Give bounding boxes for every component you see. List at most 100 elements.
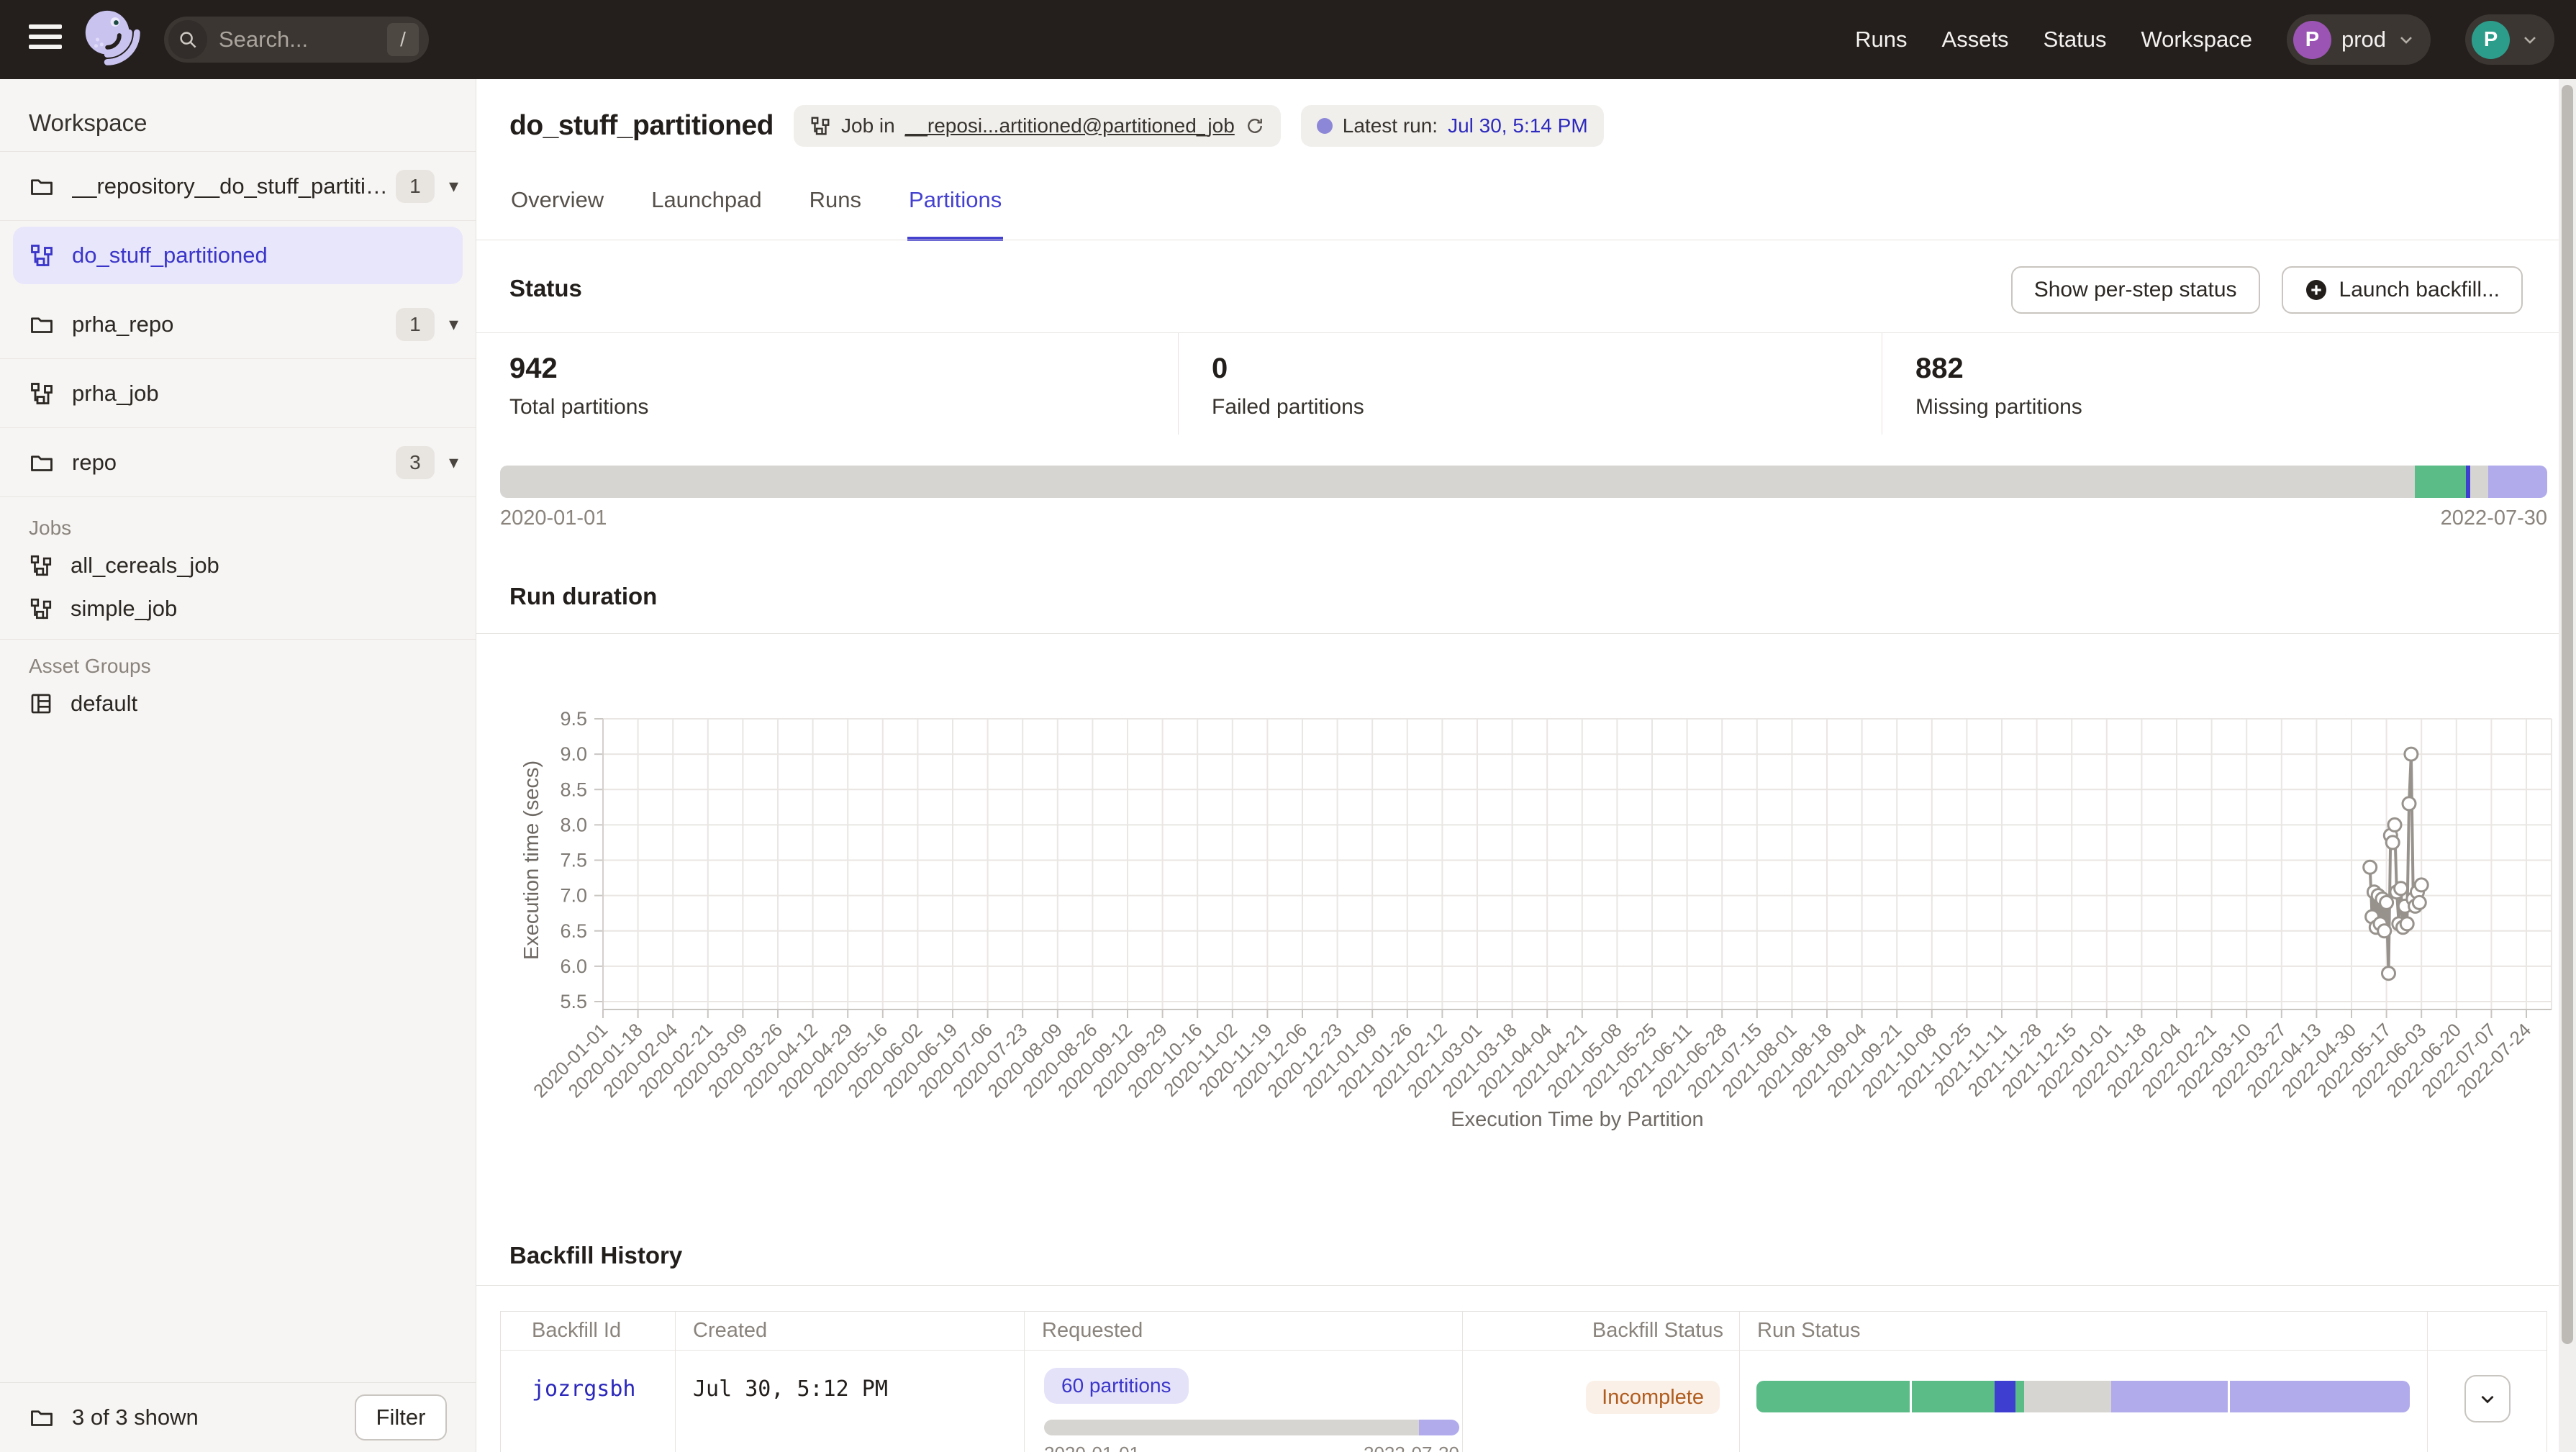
backfill-requested-cell: 60 partitions 2020-01-01 2022-07-30 bbox=[1025, 1351, 1463, 1452]
tab-overview[interactable]: Overview bbox=[509, 181, 605, 241]
folder-icon bbox=[29, 450, 55, 476]
col-created: Created bbox=[676, 1312, 1025, 1350]
data-point-marker bbox=[2413, 896, 2426, 909]
filter-button[interactable]: Filter bbox=[355, 1394, 447, 1440]
stat-label: Total partitions bbox=[509, 395, 1178, 419]
nav-runs[interactable]: Runs bbox=[1855, 27, 1907, 53]
data-point-marker bbox=[2405, 748, 2418, 761]
backfill-history-title: Backfill History bbox=[509, 1242, 682, 1269]
job-origin-link[interactable]: __reposi...artitioned@partitioned_job bbox=[905, 114, 1235, 137]
stat-total-partitions: 942 Total partitions bbox=[476, 332, 1178, 435]
job-icon bbox=[29, 596, 53, 621]
launch-backfill-label: Launch backfill... bbox=[2339, 278, 2500, 302]
backfill-created: Jul 30, 5:12 PM bbox=[676, 1351, 1025, 1452]
tab-partitions[interactable]: Partitions bbox=[907, 181, 1003, 241]
svg-text:9.5: 9.5 bbox=[560, 708, 587, 730]
requested-start-date: 2020-01-01 bbox=[1044, 1443, 1140, 1452]
sidebar-item-repository[interactable]: __repository__do_stuff_partitio... 1 ▾ bbox=[0, 152, 476, 221]
asset-group-label: default bbox=[71, 691, 137, 717]
row-actions-cell bbox=[2428, 1351, 2546, 1452]
sidebar-item-prha-repo[interactable]: prha_repo 1 ▾ bbox=[0, 290, 476, 359]
status-actions: Show per-step status Launch backfill... bbox=[2011, 266, 2523, 314]
col-requested: Requested bbox=[1025, 1312, 1463, 1350]
stat-label: Failed partitions bbox=[1212, 395, 1882, 419]
tab-runs[interactable]: Runs bbox=[808, 181, 863, 241]
dagster-logo-icon[interactable] bbox=[78, 4, 148, 75]
latest-run-chip: Latest run: Jul 30, 5:14 PM bbox=[1301, 105, 1604, 147]
caret-down-icon[interactable]: ▾ bbox=[449, 313, 458, 335]
data-point-marker bbox=[2364, 861, 2377, 874]
chart-tick-labels: 9.59.08.58.07.57.06.56.05.52020-01-01202… bbox=[529, 708, 2535, 1102]
y-axis-title: Execution time (secs) bbox=[520, 761, 543, 960]
latest-run-prefix: Latest run: bbox=[1343, 114, 1438, 137]
table-row: jozrgsbh Jul 30, 5:12 PM 60 partitions 2… bbox=[501, 1351, 2546, 1452]
run-status-bar[interactable] bbox=[1756, 1381, 2410, 1412]
partition-stats: 942 Total partitions 0 Failed partitions… bbox=[476, 332, 2541, 435]
page-title: do_stuff_partitioned bbox=[509, 110, 774, 142]
hamburger-menu-icon[interactable] bbox=[29, 24, 62, 55]
sidebar-item-simple-job[interactable]: simple_job bbox=[29, 596, 177, 622]
show-per-step-status-button[interactable]: Show per-step status bbox=[2011, 266, 2260, 314]
partition-status-bar[interactable] bbox=[500, 466, 2547, 498]
chart-axes bbox=[594, 719, 2552, 1018]
job-label: simple_job bbox=[71, 596, 177, 622]
scrollbar-thumb[interactable] bbox=[2562, 85, 2573, 1344]
divider bbox=[476, 1285, 2559, 1286]
col-actions bbox=[2428, 1312, 2546, 1350]
data-point-marker bbox=[2388, 818, 2401, 831]
search-placeholder: Search... bbox=[219, 27, 387, 53]
sidebar-item-do-stuff-partitioned[interactable]: do_stuff_partitioned bbox=[0, 221, 476, 290]
job-icon bbox=[809, 115, 831, 137]
deployment-avatar: P bbox=[2293, 21, 2331, 59]
chevron-down-icon bbox=[2396, 30, 2416, 50]
jobs-section-label: Jobs bbox=[29, 517, 71, 540]
backfill-id-link[interactable]: jozrgsbh bbox=[501, 1351, 676, 1452]
sidebar-item-label: prha_job bbox=[72, 381, 458, 407]
caret-down-icon[interactable]: ▾ bbox=[449, 451, 458, 473]
sidebar-item-default-group[interactable]: default bbox=[29, 691, 137, 717]
data-point-marker bbox=[2378, 925, 2391, 938]
global-search[interactable]: Search... / bbox=[164, 17, 429, 63]
status-section-title: Status bbox=[509, 275, 582, 302]
col-run-status: Run Status bbox=[1740, 1312, 2428, 1350]
folder-icon bbox=[29, 1405, 55, 1430]
expand-row-button[interactable] bbox=[2464, 1375, 2511, 1422]
top-nav: Search... / Runs Assets Status Workspace… bbox=[0, 0, 2576, 79]
requested-end-date: 2022-07-30 bbox=[1364, 1443, 1459, 1452]
table-header-row: Backfill Id Created Requested Backfill S… bbox=[501, 1312, 2546, 1351]
job-tabs: Overview Launchpad Runs Partitions bbox=[509, 181, 1003, 241]
partition-start-date: 2020-01-01 bbox=[500, 507, 607, 530]
nav-status[interactable]: Status bbox=[2044, 27, 2107, 53]
deployment-switcher[interactable]: P prod bbox=[2287, 14, 2431, 65]
launch-backfill-button[interactable]: Launch backfill... bbox=[2282, 266, 2523, 314]
requested-range-dates: 2020-01-01 2022-07-30 bbox=[1044, 1443, 1459, 1452]
job-icon bbox=[29, 381, 55, 407]
sidebar-repo-list: __repository__do_stuff_partitio... 1 ▾ d… bbox=[0, 152, 476, 497]
stat-failed-partitions: 0 Failed partitions bbox=[1178, 332, 1882, 435]
stat-value: 942 bbox=[509, 353, 1178, 385]
latest-run-link[interactable]: Jul 30, 5:14 PM bbox=[1448, 114, 1588, 137]
data-point-marker bbox=[2386, 836, 2399, 849]
col-backfill-id: Backfill Id bbox=[501, 1312, 676, 1350]
run-status-cell bbox=[1740, 1351, 2428, 1452]
stat-label: Missing partitions bbox=[1915, 395, 2541, 419]
svg-text:6.5: 6.5 bbox=[560, 920, 587, 942]
sidebar-item-all-cereals-job[interactable]: all_cereals_job bbox=[29, 553, 219, 578]
execution-time-series bbox=[2364, 748, 2428, 980]
nav-assets[interactable]: Assets bbox=[1942, 27, 2009, 53]
requested-partitions-chip[interactable]: 60 partitions bbox=[1044, 1368, 1189, 1404]
run-duration-chart: 9.59.08.58.07.57.06.56.05.52020-01-01202… bbox=[476, 648, 2559, 1151]
refresh-icon[interactable] bbox=[1245, 116, 1265, 136]
tab-launchpad[interactable]: Launchpad bbox=[650, 181, 763, 241]
sidebar-item-label: do_stuff_partitioned bbox=[72, 242, 458, 268]
page-scrollbar bbox=[2559, 79, 2576, 1452]
plus-circle-icon bbox=[2305, 278, 2328, 301]
workspace-sidebar: Workspace __repository__do_stuff_partiti… bbox=[0, 79, 476, 1452]
nav-workspace[interactable]: Workspace bbox=[2141, 27, 2252, 53]
sidebar-item-prha-job[interactable]: prha_job bbox=[0, 359, 476, 428]
user-menu[interactable]: P bbox=[2465, 14, 2554, 65]
backfill-history-table: Backfill Id Created Requested Backfill S… bbox=[500, 1311, 2547, 1452]
svg-text:7.0: 7.0 bbox=[560, 885, 587, 907]
caret-down-icon[interactable]: ▾ bbox=[449, 175, 458, 197]
sidebar-item-repo[interactable]: repo 3 ▾ bbox=[0, 428, 476, 497]
